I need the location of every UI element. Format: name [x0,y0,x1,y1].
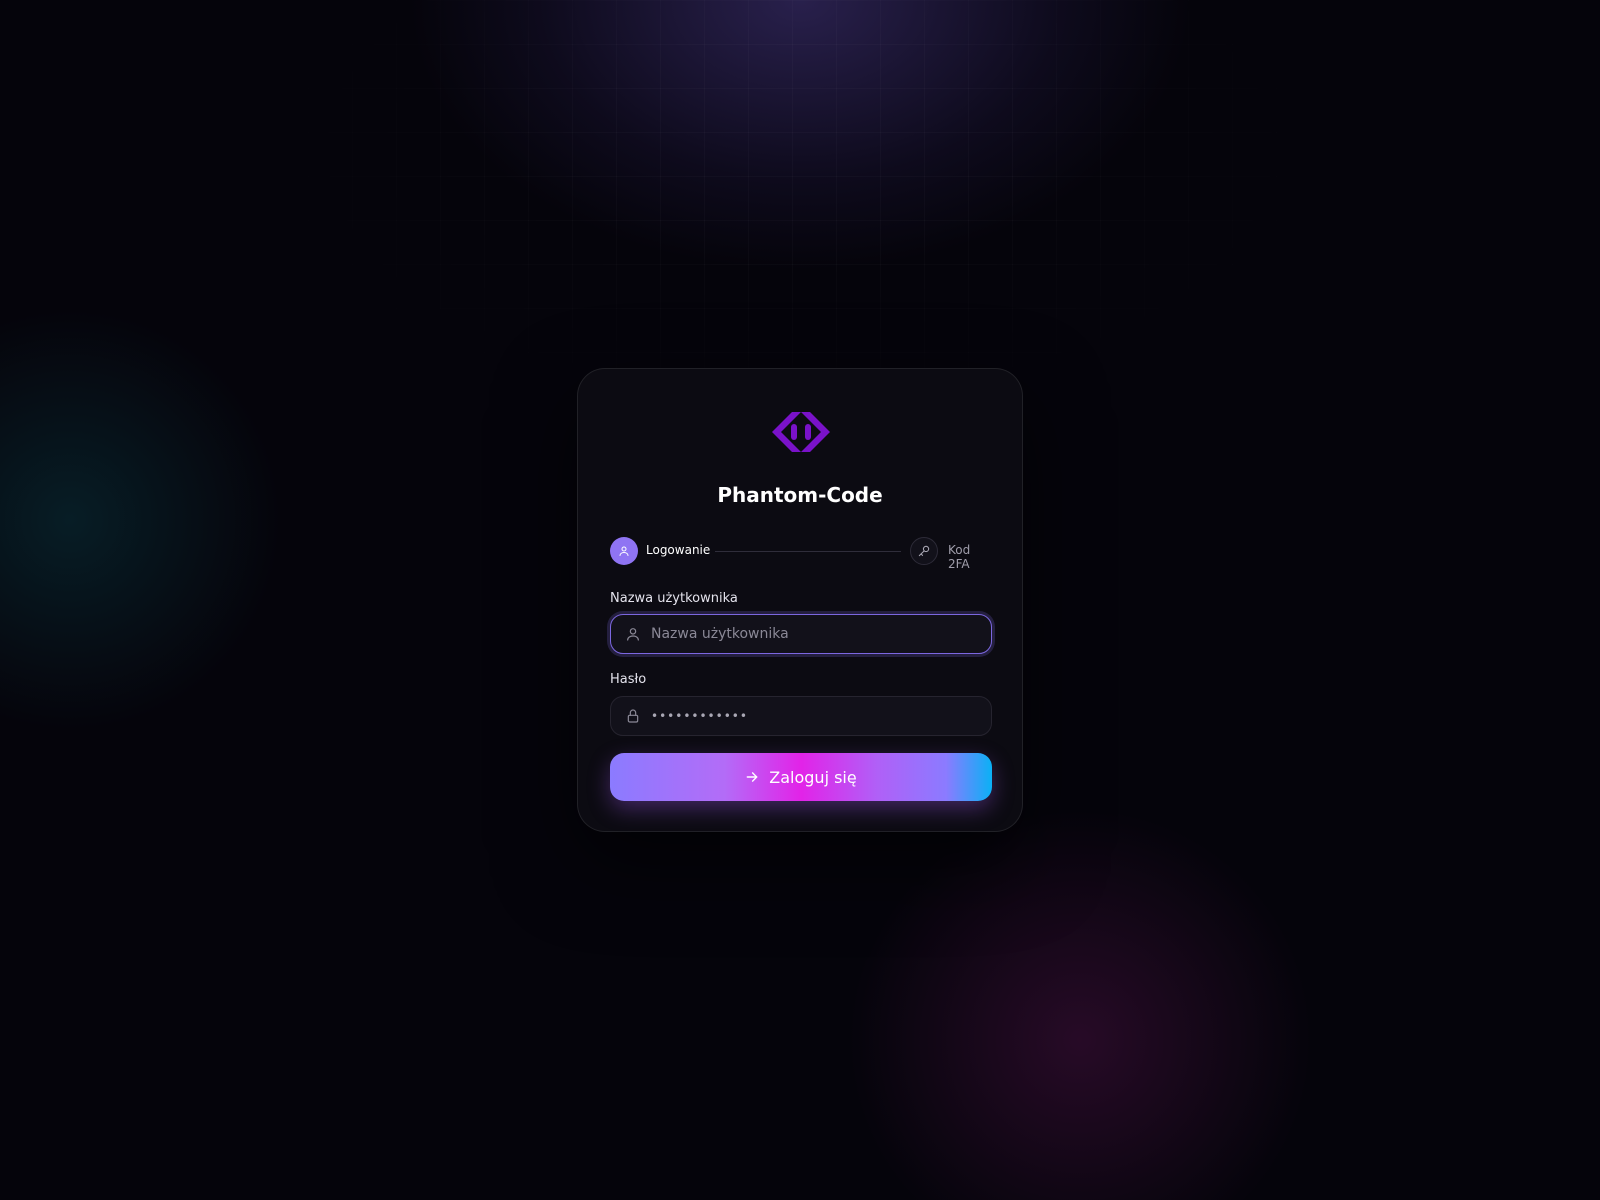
login-button[interactable]: Zaloguj się [610,753,992,801]
password-input[interactable] [651,697,981,735]
user-icon [627,628,639,641]
username-input[interactable] [651,615,981,653]
step-2fa-label: Kod 2FA [948,543,971,571]
key-icon [918,545,930,557]
step-2fa-indicator [910,537,938,565]
user-icon [619,546,629,556]
username-label: Nazwa użytkownika [610,591,738,606]
lock-icon [627,709,639,723]
login-steps: Logowanie Kod 2FA [610,537,992,571]
login-button-label: Zaloguj się [769,767,857,787]
arrow-right-icon [746,772,758,782]
password-field[interactable] [610,696,992,736]
password-label: Hasło [610,672,647,687]
username-field[interactable] [610,614,992,654]
step-login-label: Logowanie [646,543,711,557]
app-title: Phantom-Code [717,483,883,507]
step-login-indicator [610,537,638,565]
code-brackets-logo-icon [772,412,830,452]
login-card: Phantom-Code Logowanie Kod 2FA Nazwa uży… [577,368,1023,832]
step-connector [715,551,901,552]
